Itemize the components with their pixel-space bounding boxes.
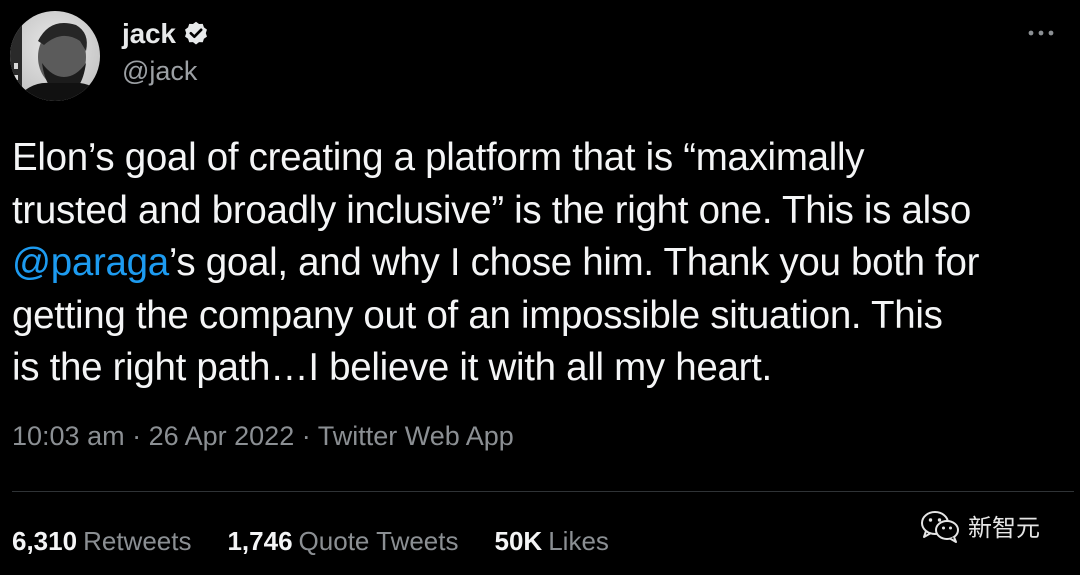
tweet-time[interactable]: 10:03 am — [12, 421, 125, 451]
likes-stat[interactable]: 50K Likes — [495, 526, 609, 557]
quote-tweets-stat[interactable]: 1,746 Quote Tweets — [227, 526, 458, 557]
likes-label: Likes — [548, 526, 609, 556]
meta-separator: · — [124, 421, 149, 451]
tweet-line: @paraga’s goal, and why I chose him. Tha… — [12, 237, 1072, 290]
tweet-source[interactable]: Twitter Web App — [318, 421, 514, 451]
mention-link[interactable]: @paraga — [12, 241, 169, 284]
author-block: jack @jack — [122, 14, 210, 87]
avatar[interactable] — [10, 11, 100, 101]
tweet-date[interactable]: 26 Apr 2022 — [149, 421, 295, 451]
quote-tweets-count: 1,746 — [227, 526, 293, 556]
tweet-line: Elon’s goal of creating a platform that … — [12, 136, 865, 179]
divider — [12, 491, 1074, 492]
tweet-text: Elon’s goal of creating a platform that … — [12, 132, 1072, 395]
tweet-meta: 10:03 am · 26 Apr 2022 · Twitter Web App — [12, 421, 514, 452]
quote-tweets-label: Quote Tweets — [298, 526, 459, 556]
retweets-label: Retweets — [83, 526, 192, 556]
tweet-card: jack @jack Elon’s goal of creating a pla… — [0, 0, 1080, 575]
profile-photo-icon — [10, 11, 100, 101]
watermark-text: 新智元 — [968, 514, 1040, 542]
display-name[interactable]: jack — [122, 18, 176, 50]
tweet-line: getting the company out of an impossible… — [12, 293, 943, 337]
meta-separator: · — [294, 421, 318, 451]
watermark: 新智元 — [920, 508, 1040, 543]
tweet-stats: 6,310 Retweets 1,746 Quote Tweets 50K Likes — [12, 526, 645, 557]
tweet-line: trusted and broadly inclusive” is the ri… — [12, 188, 971, 232]
retweets-stat[interactable]: 6,310 Retweets — [12, 526, 191, 557]
tweet-line: is the right path…I believe it with all … — [12, 346, 772, 389]
verified-badge-icon — [182, 20, 210, 48]
wechat-icon — [921, 510, 959, 543]
more-dots-icon[interactable] — [1024, 22, 1058, 44]
likes-count: 50K — [494, 526, 543, 556]
retweets-count: 6,310 — [12, 526, 78, 556]
tweet-line-rest: ’s goal, and why I chose him. Thank you … — [168, 241, 980, 284]
user-handle[interactable]: @jack — [122, 56, 210, 87]
name-row: jack — [122, 14, 210, 54]
